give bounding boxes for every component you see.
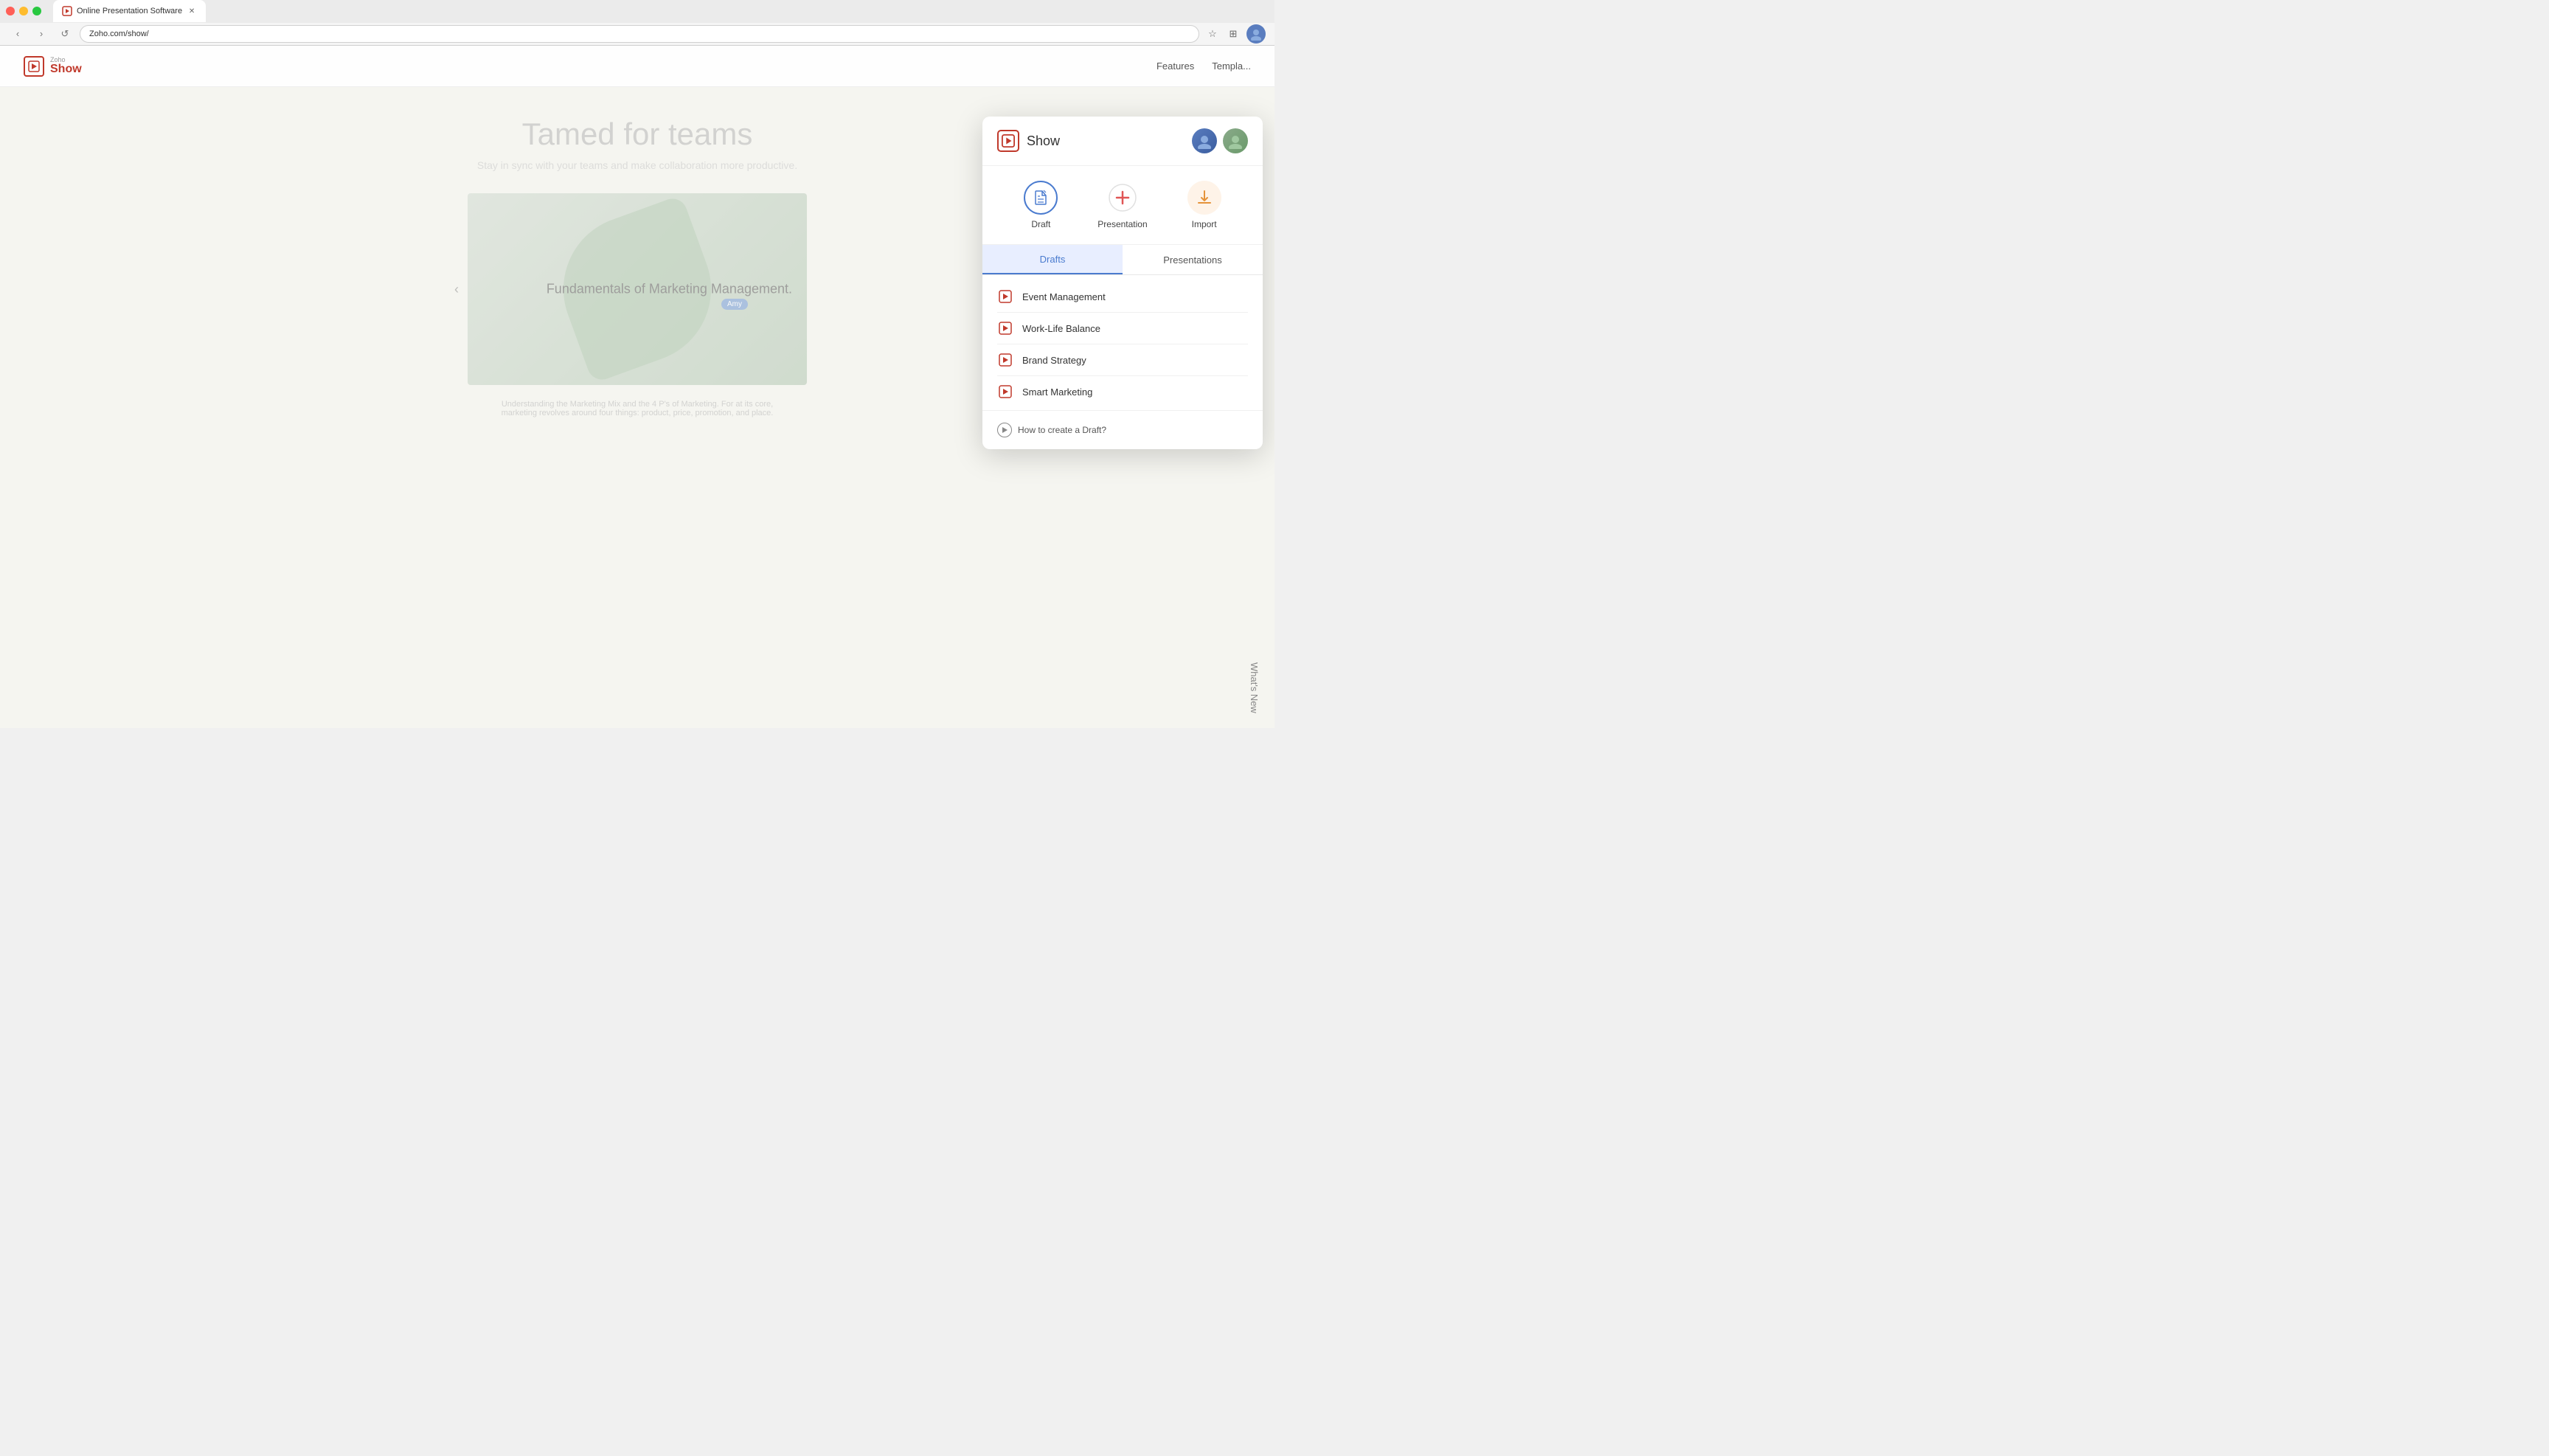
popup-footer: How to create a Draft? [982,410,1263,449]
import-icon-circle [1187,181,1221,215]
slide-preview-container: Fundamentals of Marketing Management. Am… [468,193,807,385]
list-item[interactable]: Brand Strategy [982,344,1263,375]
list-item-text-4: Smart Marketing [1022,386,1092,398]
presentation-icon-circle [1106,181,1140,215]
list-item-icon-2 [997,320,1013,336]
list-item-text-1: Event Management [1022,291,1106,302]
presentation-label: Presentation [1097,219,1147,229]
draft-action-button[interactable]: Draft [1008,181,1074,229]
tab-close-button[interactable]: ✕ [187,6,197,16]
whats-new-label[interactable]: What's New [1249,662,1260,713]
site-nav-features[interactable]: Features [1156,60,1194,72]
list-item-text-3: Brand Strategy [1022,355,1086,366]
popup-right-icons [1192,128,1248,153]
popup-actions: Draft Presentation [982,166,1263,245]
list-item[interactable]: Smart Marketing [982,376,1263,407]
popup-logo-icon [997,130,1019,152]
presentation-action-button[interactable]: Presentation [1089,181,1156,229]
popup-app-name: Show [1027,134,1060,149]
browser-tab[interactable]: Online Presentation Software ✕ [53,0,206,22]
list-item-icon-1 [997,288,1013,305]
site-logo-text: Zoho Show [50,57,82,75]
popup-tabs: Drafts Presentations [982,245,1263,275]
forward-button[interactable]: › [32,25,50,43]
website-background: Zoho Show Features Templa... Tamed for t… [0,46,1274,728]
popup-avatar-primary[interactable] [1192,128,1217,153]
tab-title: Online Presentation Software [77,7,182,15]
address-bar[interactable]: Zoho.com/show/ [80,25,1199,43]
tab-presentations[interactable]: Presentations [1123,245,1263,274]
slide-prev-button[interactable]: ‹ [445,278,468,300]
minimize-button[interactable] [19,7,28,15]
slide-headline: Fundamentals of Marketing Management. [547,282,792,297]
footer-play-icon [997,423,1012,437]
list-item[interactable]: Work-Life Balance [982,313,1263,344]
site-navbar: Zoho Show Features Templa... [0,46,1274,87]
popup-header: Show [982,117,1263,166]
import-action-button[interactable]: Import [1171,181,1238,229]
site-nav-templates[interactable]: Templa... [1212,60,1251,72]
footer-help-link[interactable]: How to create a Draft? [1018,425,1106,435]
tab-drafts[interactable]: Drafts [982,245,1123,274]
nav-right-icons: ☆ ⊞ [1205,24,1266,44]
close-button[interactable] [6,7,15,15]
list-item-icon-4 [997,384,1013,400]
tab-favicon-icon [62,6,72,16]
bottom-description: Understanding the Marketing Mix and the … [490,400,785,417]
dropdown-popup: Show [982,117,1263,449]
import-label: Import [1192,219,1217,229]
url-text: Zoho.com/show/ [89,30,149,38]
hero-subtitle: Stay in sync with your teams and make co… [477,159,797,171]
slide-preview: Fundamentals of Marketing Management. Am… [468,193,807,385]
draft-label: Draft [1031,219,1050,229]
amy-badge: Amy [721,299,748,310]
popup-avatar-secondary[interactable] [1223,128,1248,153]
profile-avatar[interactable] [1246,24,1266,44]
draft-icon-circle [1024,181,1058,215]
window-controls [6,7,41,15]
list-item[interactable]: Event Management [982,281,1263,312]
list-item-icon-3 [997,352,1013,368]
site-logo-show: Show [50,63,82,75]
back-icon: ‹ [16,28,19,39]
forward-icon: › [40,28,43,39]
reload-button[interactable]: ↺ [56,25,74,43]
reload-icon: ↺ [61,28,69,40]
nav-bar: ‹ › ↺ Zoho.com/show/ ☆ ⊞ [0,23,1274,46]
slide-text-overlay: Fundamentals of Marketing Management. [547,282,792,297]
maximize-button[interactable] [32,7,41,15]
site-logo-icon [24,56,44,77]
back-button[interactable]: ‹ [9,25,27,43]
browser-chrome: Online Presentation Software ✕ ‹ › ↺ Zoh… [0,0,1274,46]
tab-bar: Online Presentation Software ✕ [0,0,1274,23]
site-logo: Zoho Show [24,56,82,77]
extensions-icon[interactable]: ⊞ [1226,27,1241,41]
popup-list: Event Management Work-Life Balance [982,278,1263,410]
list-item-text-2: Work-Life Balance [1022,323,1100,334]
bookmark-icon[interactable]: ☆ [1205,27,1220,41]
hero-title: Tamed for teams [522,117,753,152]
